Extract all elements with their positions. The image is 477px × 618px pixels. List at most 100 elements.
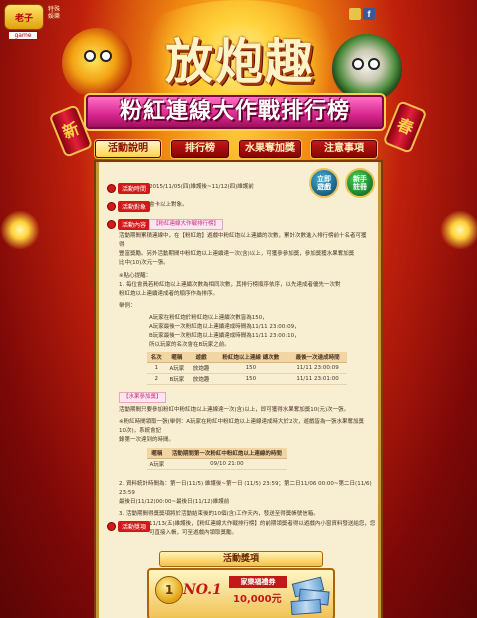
firecracker-char: 春 (394, 114, 417, 139)
table-cell: 11/11 23:00:09 (288, 362, 347, 374)
footer-body: 2. 資料統計時間為：第一日(11/5) 維護後~第一日 (11/5) 23:5… (119, 480, 374, 519)
play-now-button[interactable]: 立即 遊戲 (309, 168, 339, 198)
table-cell: 放炮趣 (188, 362, 214, 374)
table-cell: 1 (147, 362, 166, 374)
page-title: 放炮趣 (164, 34, 315, 90)
content-panel: 立即 遊戲 新手 註冊 活動時間 2015/11/05(四)維護後~11/12(… (96, 162, 381, 618)
table-row: 1 A玩家 放炮趣 150 11/11 23:00:09 (147, 362, 347, 374)
spark-left (0, 210, 40, 250)
voucher-note (290, 598, 322, 616)
table-cell: 2 (147, 373, 166, 385)
content-line: 1. 每位會員若粉紅炮以上連續次數為相同次數，其排行榜順序依序，以先達成者優先一… (119, 282, 341, 288)
table-cell: 150 (213, 362, 289, 374)
content-line: 舉例： (119, 303, 136, 309)
table-cell: A玩家 (147, 458, 167, 470)
nav-tabs: 活動說明 排行榜 水果奪加獎 注意事項 (95, 140, 385, 158)
table-header-row: 名次 暱稱 遊戲 粉紅炮以上連線 總次數 最後一次達成時間 (147, 352, 347, 363)
site-logo[interactable]: 老子 (4, 4, 44, 30)
firecracker-char: 新 (59, 118, 82, 143)
section-time: 活動時間 (107, 182, 151, 194)
example-first-time-table: 暱稱 活動期間第一次粉紅中粉紅炮以上連線的時間 A玩家 09/10 21:00 (147, 448, 287, 470)
footer-line: 3. 活動期間得獎獎項將於活動結束後的10個(含)工作天內，發送至得獎帳號信箱。 (119, 511, 319, 517)
section-bullet-icon (107, 201, 116, 211)
content-subtitle-tag: 【粉紅連線大作戰排行榜】 (149, 219, 224, 230)
section-label: 活動時間 (118, 182, 151, 194)
table-header: 名次 (147, 352, 166, 363)
section-prize: 活動獎項 (107, 520, 151, 532)
table-cell: 放炮趣 (188, 373, 214, 385)
facebook-icon[interactable]: f (363, 8, 375, 20)
content-line: 比中(10)次元一張。 (119, 260, 169, 266)
event-target-text: 會卡以上對象。 (149, 202, 188, 208)
spark-right (440, 210, 477, 250)
site-logo-sub: game (8, 31, 38, 40)
example-rank-table: 名次 暱稱 遊戲 粉紅炮以上連線 總次數 最後一次達成時間 1 A玩家 放炮趣 … (147, 352, 347, 385)
section-content: 活動內容 (107, 218, 151, 230)
extra-line: 錄第一次達到的時間。 (119, 437, 175, 443)
logo-side-text: 特殊 娛樂 (48, 6, 60, 20)
prize-rank: NO.1 (183, 582, 222, 598)
logo-side-line: 娛樂 (48, 13, 61, 20)
section-bullet-icon (107, 521, 116, 531)
lion-dance-green-icon (332, 34, 402, 104)
table-cell: A玩家 (165, 362, 189, 374)
prize-card-1: 1 NO.1 家樂福禮券 10,000元 (147, 568, 335, 618)
table-row: 2 B玩家 放炮趣 150 11/11 23:01:00 (147, 373, 347, 385)
extra-body: 活動期間只要參加粉紅中粉紅炮以上連線達一次(含)以上，即可獲得水果奪加獎10(元… (119, 406, 369, 445)
table-header: 暱稱 (165, 352, 189, 363)
lion-eye (352, 58, 364, 70)
table-header: 最後一次達成時間 (288, 352, 347, 363)
tab-leaderboard[interactable]: 排行榜 (171, 140, 229, 158)
content-line: 活動期間累積連線中，在【粉紅炮】遊戲中粉紅炮以上連續的次數，累計次數進入排行榜前… (119, 233, 367, 248)
prize-title: 活動獎項 (159, 551, 323, 567)
footer-line: 2. 資料統計時間為：第一日(11/5) 維護後~第一日 (11/5) 23:5… (119, 481, 372, 496)
logo-side-line: 特殊 (48, 6, 61, 13)
content-line: A玩家在粉紅炮於粉紅炮以上連續次數皆為150， (149, 315, 268, 321)
section-bullet-icon (107, 219, 116, 229)
content-line: B玩家最後一次粉紅炮以上連續達成時間為11/11 23:00:10， (149, 333, 300, 339)
prize-name: 家樂福禮券 (229, 576, 287, 588)
plurk-icon[interactable] (349, 8, 361, 20)
section-label: 活動內容 (118, 218, 151, 230)
page: 老子 game 特殊 娛樂 f 放炮趣 新 春 粉紅連線大作戰排行榜 活動說明 … (0, 0, 477, 618)
table-header: 遊戲 (188, 352, 214, 363)
lion-eye (100, 50, 112, 62)
firecracker-right-icon: 春 (382, 100, 428, 154)
content-line: ※貼心提醒： (119, 273, 152, 279)
section-target: 活動對象 (107, 200, 151, 212)
table-header: 暱稱 (147, 448, 167, 459)
tab-notes[interactable]: 注意事項 (311, 140, 377, 158)
table-cell: 11/11 23:01:00 (288, 373, 347, 385)
content-subtitle: 【粉紅連線大作戰排行榜】 (149, 219, 224, 230)
tab-fruit-bonus[interactable]: 水果奪加獎 (239, 140, 301, 158)
table-cell: B玩家 (165, 373, 189, 385)
footer-line: 最後日(11/12)00:00~最後日(11/12)維護前 (119, 499, 230, 505)
tab-event-info[interactable]: 活動說明 (95, 140, 161, 158)
section-label: 活動獎項 (118, 520, 151, 532)
content-body: 活動期間累積連線中，在【粉紅炮】遊戲中粉紅炮以上連續的次數，累計次數進入排行榜前… (119, 232, 369, 350)
extra-line: 活動期間只要參加粉紅中粉紅炮以上連線達一次(含)以上，即可獲得水果奪加獎10(元… (119, 407, 350, 413)
table-header: 粉紅炮以上連線 總次數 (213, 352, 289, 363)
event-time-text: 2015/11/05(四)維護後~11/12(四)維護前 (149, 184, 254, 190)
table-header: 活動期間第一次粉紅中粉紅炮以上連線的時間 (166, 448, 287, 459)
voucher-stack-icon (289, 574, 333, 618)
table-header-row: 暱稱 活動期間第一次粉紅中粉紅炮以上連線的時間 (147, 448, 287, 459)
table-cell: 150 (213, 373, 289, 385)
event-banner-text: 粉紅連線大作戰排行榜 (119, 99, 350, 124)
event-banner: 粉紅連線大作戰排行榜 (86, 95, 384, 129)
section-bullet-icon (107, 183, 116, 193)
table-cell: 09/10 21:00 (166, 458, 287, 470)
content-line: 所以玩家的名次會在B玩家之前。 (149, 342, 230, 348)
content-line: 豐富獎勵。另外活動期間中粉紅炮以上連續達一次(含)以上，可獲參參加獎，參加獎獲水… (119, 251, 355, 257)
lion-eye (368, 58, 380, 70)
extra-line: ※粉紅時間領取一張(舉例：A玩家在粉紅中粉紅炮以上連線達成時大於2次，遊戲皆為一… (119, 419, 365, 434)
lion-dance-gold-icon (62, 28, 132, 98)
section-label: 活動對象 (118, 200, 151, 212)
table-row: A玩家 09/10 21:00 (147, 458, 287, 470)
extra-subtitle: 【水果參加獎】 (119, 392, 166, 403)
lion-eye (84, 50, 96, 62)
extra-subtitle-tag: 【水果參加獎】 (119, 392, 166, 403)
register-button[interactable]: 新手 註冊 (345, 168, 375, 198)
content-line: A玩家最後一次粉紅炮以上連續達成時間為11/11 23:00:09， (149, 324, 300, 330)
prize-amount: 10,000元 (233, 594, 282, 605)
